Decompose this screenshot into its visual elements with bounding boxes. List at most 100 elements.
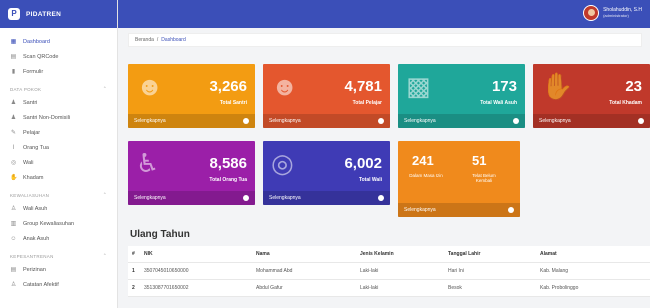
arrow-circle-icon <box>243 195 249 201</box>
card-footer-link[interactable]: Selengkapnya <box>398 203 520 217</box>
card-label: Total Santri <box>219 100 247 106</box>
card-footer-label: Selengkapnya <box>539 118 571 124</box>
sidebar-item-wali-asuh[interactable]: ♙ Wali Asuh <box>0 201 117 216</box>
sidebar-section-data-pokok[interactable]: DATA POKOK ⌃ <box>0 83 117 95</box>
sidebar-item-santri-non-domisili[interactable]: ♟ Santri Non-Domisili <box>0 110 117 125</box>
card-label: Total Orang Tua <box>209 177 247 183</box>
sidebar-menu: ▦ Dashboard ▤ Scan QRCode ▮ Formulir DATA P… <box>0 28 117 292</box>
stat-card-santri: ☻ 3,266 Total Santri Selengkapnya <box>128 64 255 128</box>
hand-icon: ✋ <box>10 175 18 181</box>
sidebar-item-label: Formulir <box>23 68 44 75</box>
col-header: Alamat <box>540 251 557 257</box>
users-group-icon: ☻ <box>136 71 164 101</box>
sidebar-item-label: Orang Tua <box>23 144 49 151</box>
sidebar-item-group-kewaliasuhan[interactable]: ▥ Group Kewaliasuhan <box>0 216 117 231</box>
sidebar-item-pelajar[interactable]: ✎ Pelajar <box>0 125 117 140</box>
chevron-up-icon: ⌃ <box>102 86 107 91</box>
dashboard-icon: ▦ <box>10 39 17 45</box>
cell: 3507045010650000 <box>144 268 189 274</box>
breadcrumb: Beranda / Dashboard <box>128 33 642 47</box>
person-icon: ǀ <box>12 144 15 151</box>
card-label: Total Wali <box>358 177 382 183</box>
card-footer-label: Selengkapnya <box>404 207 436 213</box>
section-title: Ulang Tahun <box>130 229 190 240</box>
sidebar-item-khadam[interactable]: ✋ Khadam <box>0 170 117 185</box>
permission-icon: ▤ <box>10 267 17 273</box>
sidebar-section-kepesantrenan[interactable]: KEPESANTRENAN ⌃ <box>0 250 117 262</box>
sidebar-item-santri[interactable]: ♟ Santri <box>0 95 117 110</box>
sidebar-item-label: Pelajar <box>23 129 41 136</box>
sidebar-section-kewaliasuhan[interactable]: KEWALIASUHAN ⌃ <box>0 189 117 201</box>
user-menu[interactable]: Sholahuddin, S.H (administrator) <box>583 5 642 21</box>
cell: Abdul Gafur <box>256 285 283 291</box>
sidebar-item-catatan-afektif[interactable]: ♙ Catatan Afektif <box>0 277 117 292</box>
card-label: Total Pelajar <box>352 100 382 106</box>
izin-label: Dalam Masa Izin <box>409 173 443 178</box>
elderly-person-icon: ♿ <box>136 148 160 178</box>
col-header: Tanggal Lahir <box>448 251 481 257</box>
broadcast-icon: ◎ <box>271 148 294 178</box>
arrow-circle-icon <box>378 118 384 124</box>
sidebar-item-wali[interactable]: ◎ Wali <box>0 155 117 170</box>
user-icon: ♙ <box>10 206 17 212</box>
sidebar-item-perizinan[interactable]: ▤ Perizinan <box>0 262 117 277</box>
col-header: Nama <box>256 251 270 257</box>
sidebar-item-label: Group Kewaliasuhan <box>23 220 75 227</box>
sidebar-item-label: Wali Asuh <box>23 205 48 212</box>
card-footer-link[interactable]: Selengkapnya <box>533 114 650 128</box>
birthday-table: # NIK Nama Jenis Kelamin Tanggal Lahir A… <box>128 246 650 297</box>
users-icon: ☻ <box>271 71 299 101</box>
stat-card-khadam: ✋ 23 Total Khadam Selengkapnya <box>533 64 650 128</box>
arrow-circle-icon <box>513 118 519 124</box>
stat-card-wali-asuh: ▩ 173 Total Wali Asuh Selengkapnya <box>398 64 525 128</box>
sidebar-item-label: Catatan Afektif <box>23 281 59 288</box>
cell: 1 <box>132 268 135 274</box>
card-footer-link[interactable]: Selengkapnya <box>398 114 525 128</box>
table-row[interactable]: 1 3507045010650000 Mohammad Abd Laki-lak… <box>128 263 650 280</box>
sidebar-item-orang-tua[interactable]: ǀ Orang Tua <box>0 140 117 155</box>
cell: Kab. Probolinggo <box>540 285 579 291</box>
qrcode-icon: ▤ <box>10 54 17 60</box>
cell: Laki-laki <box>360 268 379 274</box>
arrow-circle-icon <box>243 118 249 124</box>
breadcrumb-separator: / <box>156 37 159 43</box>
card-footer-link[interactable]: Selengkapnya <box>263 114 390 128</box>
card-footer-link[interactable]: Selengkapnya <box>263 191 390 205</box>
note-icon: ♙ <box>10 282 17 288</box>
sidebar-item-dashboard[interactable]: ▦ Dashboard <box>0 34 117 49</box>
cell: Hari Ini <box>448 268 464 274</box>
card-footer-label: Selengkapnya <box>269 195 301 201</box>
izin-value: 241 <box>412 153 434 168</box>
sidebar-item-label: Wali <box>23 159 34 166</box>
cell: Kab. Malang <box>540 268 569 274</box>
group-icon: ▥ <box>10 221 17 227</box>
col-header: NIK <box>144 251 153 257</box>
cell: Mohammad Abd <box>256 268 293 274</box>
form-icon: ▮ <box>11 69 16 75</box>
sidebar-item-formulir[interactable]: ▮ Formulir <box>0 64 117 79</box>
card-footer-label: Selengkapnya <box>134 118 166 124</box>
hand-icon: ✋ <box>541 71 574 101</box>
chevron-up-icon: ⌃ <box>102 253 107 258</box>
users-icon: ♟ <box>10 100 17 106</box>
section-label: KEPESANTRENAN <box>10 253 54 259</box>
card-footer-label: Selengkapnya <box>269 118 301 124</box>
cell: Laki-laki <box>360 285 379 291</box>
sidebar-item-label: Santri Non-Domisili <box>23 114 71 121</box>
chevron-up-icon: ⌃ <box>102 192 107 197</box>
cell: 2 <box>132 285 135 291</box>
table-header-row: # NIK Nama Jenis Kelamin Tanggal Lahir A… <box>128 246 650 263</box>
card-value: 3,266 <box>209 78 247 95</box>
card-value: 8,586 <box>209 155 247 172</box>
card-footer-link[interactable]: Selengkapnya <box>128 191 255 205</box>
avatar[interactable] <box>583 5 600 21</box>
card-value: 4,781 <box>344 78 382 95</box>
sidebar-item-anak-asuh[interactable]: ☺ Anak Asuh <box>0 231 117 246</box>
breadcrumb-current: Dashboard <box>161 37 186 43</box>
breadcrumb-home[interactable]: Beranda <box>135 37 154 43</box>
sidebar-item-scan-qrcode[interactable]: ▤ Scan QRCode <box>0 49 117 64</box>
card-footer-link[interactable]: Selengkapnya <box>128 114 255 128</box>
brand[interactable]: P PIDATREN <box>0 0 117 28</box>
table-row[interactable]: 2 3513087701650002 Abdul Gafur Laki-laki… <box>128 280 650 297</box>
cell: Besok <box>448 285 462 291</box>
